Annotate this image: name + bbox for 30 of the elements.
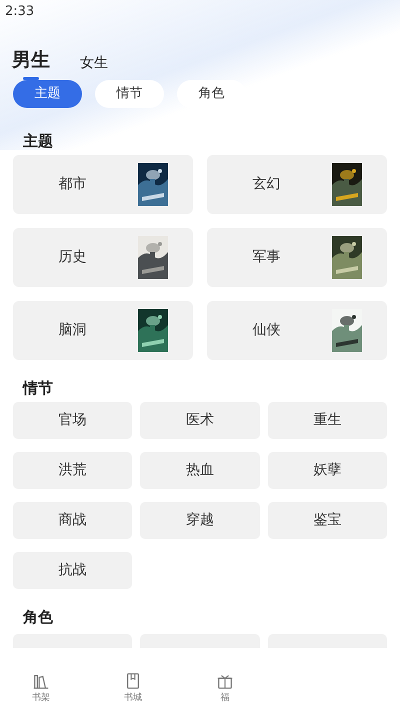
gender-tab[interactable]: 男生 — [12, 46, 50, 80]
genre-card[interactable]: 历史 — [13, 228, 193, 287]
category-tab[interactable]: 情节 — [95, 80, 164, 108]
section-title: 主题 — [22, 131, 54, 152]
tag-button[interactable]: 穿越 — [140, 502, 260, 539]
gender-tab[interactable]: 女生 — [80, 53, 108, 80]
genre-card[interactable]: 都市 — [13, 155, 193, 214]
tag-button[interactable]: 抗战 — [13, 552, 132, 589]
genre-card[interactable]: 仙侠 — [207, 301, 387, 360]
tag-button[interactable]: 医术 — [140, 402, 260, 439]
genre-card[interactable]: 军事 — [207, 228, 387, 287]
section-title: 情节 — [21, 378, 54, 399]
gift-icon — [216, 672, 234, 690]
tag-button[interactable]: 鉴宝 — [268, 502, 387, 539]
tag-button[interactable]: 商战 — [13, 502, 132, 539]
genre-card[interactable]: 脑洞 — [13, 301, 193, 360]
tag-button[interactable]: 官场 — [13, 402, 132, 439]
section-title: 角色 — [22, 607, 54, 628]
bookshelf-icon — [32, 672, 50, 690]
book-icon — [124, 672, 142, 690]
tag-button[interactable]: 洪荒 — [13, 452, 132, 489]
tag-button[interactable]: 重生 — [268, 402, 387, 439]
nav-item[interactable]: 书城 — [87, 667, 179, 711]
nav-item[interactable]: 福 — [179, 667, 271, 711]
category-tab[interactable]: 主题 — [13, 80, 82, 108]
nav-item[interactable]: 书架 — [0, 667, 87, 711]
genre-card[interactable]: 玄幻 — [207, 155, 387, 214]
tag-button[interactable]: 妖孽 — [268, 452, 387, 489]
tag-button[interactable]: 热血 — [140, 452, 260, 489]
status-time: 2:33 — [5, 4, 34, 19]
